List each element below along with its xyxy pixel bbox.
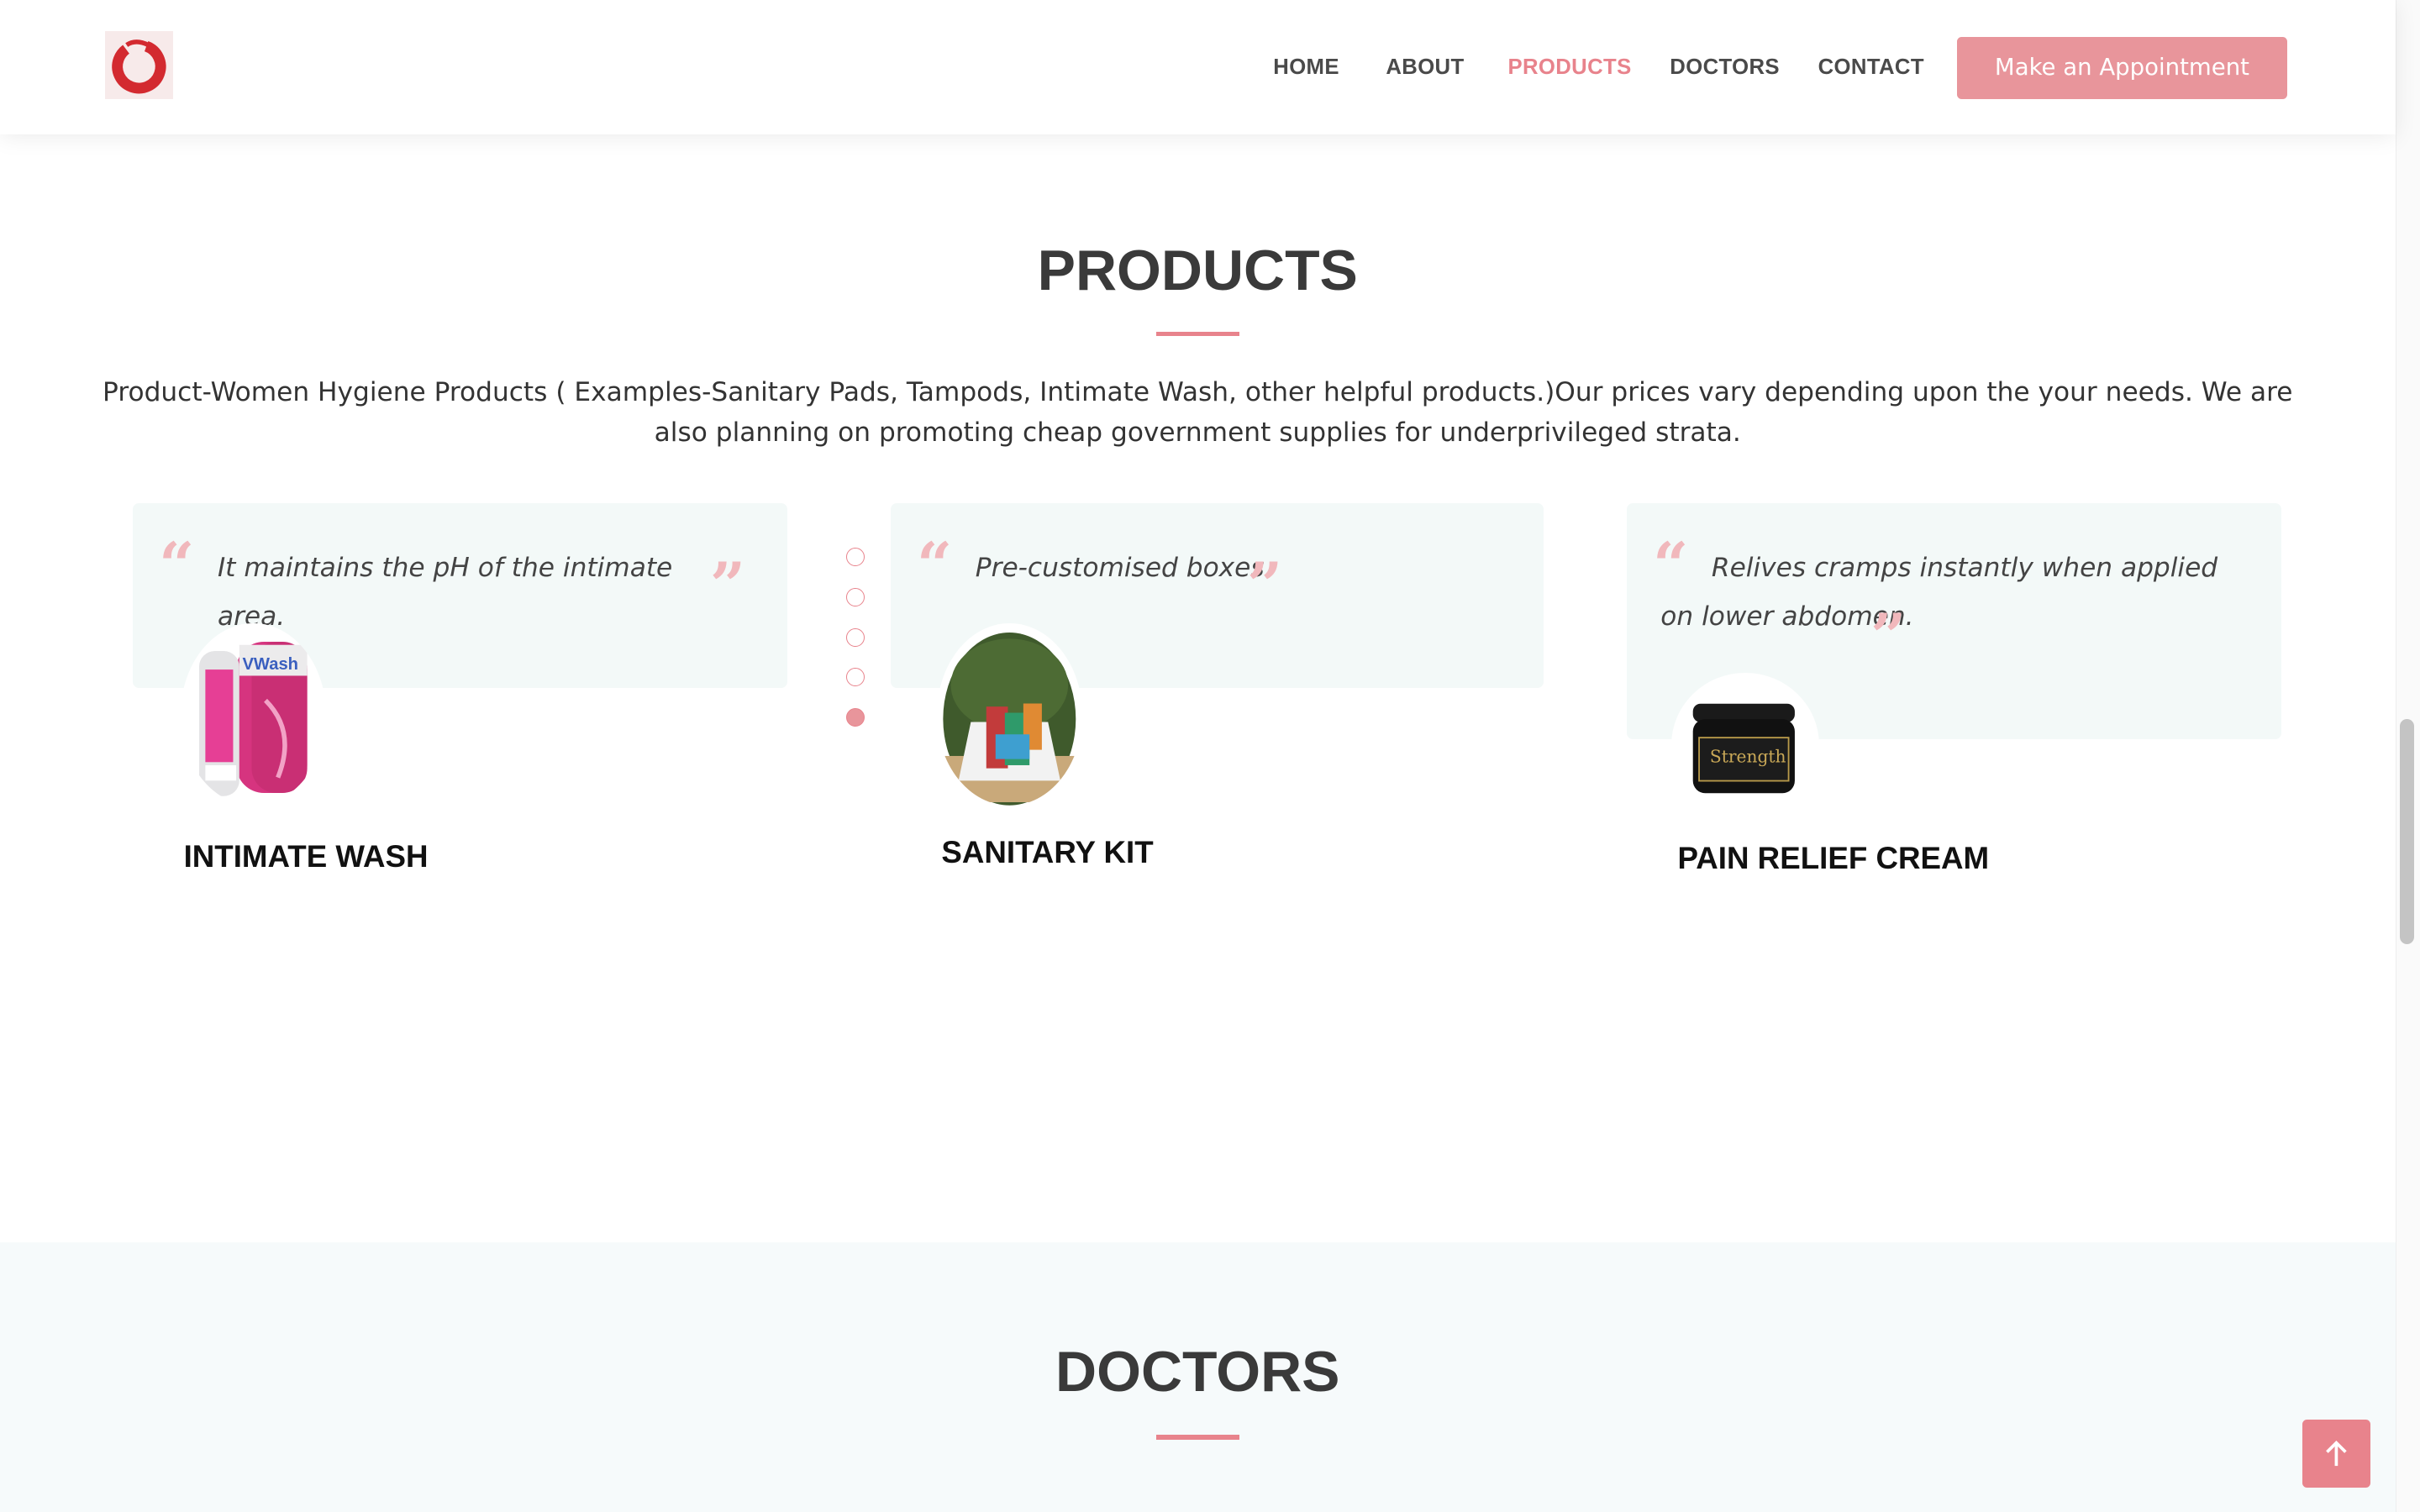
quote-close-icon: ” bbox=[709, 549, 746, 622]
doctors-title-underline bbox=[1155, 1435, 1239, 1440]
nav-about[interactable]: ABOUT bbox=[1386, 55, 1464, 80]
quote-open-icon: “ bbox=[916, 529, 953, 602]
cream-brand-text: Strength bbox=[1710, 746, 1786, 766]
make-appointment-button[interactable]: Make an Appointment bbox=[1956, 37, 2287, 99]
scrollbar-thumb[interactable] bbox=[2400, 718, 2414, 945]
quote-open-icon: “ bbox=[159, 529, 195, 602]
product-name: PAIN RELIEF CREAM bbox=[1677, 841, 1990, 875]
nav-products[interactable]: PRODUCTS bbox=[1507, 55, 1631, 80]
wash-brand-text: VWash bbox=[242, 655, 298, 674]
arrow-up-icon bbox=[2326, 1440, 2348, 1466]
products-description: Product-Women Hygiene Products ( Example… bbox=[103, 377, 2293, 449]
product-quote: Pre-customised boxes bbox=[975, 552, 1265, 583]
back-to-top-button[interactable] bbox=[2302, 1419, 2371, 1488]
products-title: PRODUCTS bbox=[1037, 238, 1358, 302]
product-quote: Relives cramps instantly when applied on… bbox=[1660, 552, 2218, 633]
sanitary-kit-box-icon bbox=[936, 623, 1082, 806]
products-title-underline bbox=[1155, 331, 1239, 337]
quote-close-icon: ” bbox=[1870, 600, 1907, 673]
intimate-wash-bottle-icon: VWash bbox=[180, 623, 326, 806]
carousel-dot-3[interactable] bbox=[845, 627, 865, 647]
quote-close-icon: ” bbox=[1247, 549, 1283, 622]
logo[interactable] bbox=[104, 30, 173, 99]
product-quote: It maintains the pH of the intimate area… bbox=[217, 552, 673, 633]
carousel-dot-5-active[interactable] bbox=[845, 708, 865, 727]
nav-home[interactable]: HOME bbox=[1273, 55, 1339, 80]
nav-contact[interactable]: CONTACT bbox=[1818, 55, 1924, 80]
product-name: SANITARY KIT bbox=[941, 834, 1154, 869]
carousel-dot-4[interactable] bbox=[845, 668, 865, 687]
product-name: INTIMATE WASH bbox=[183, 839, 429, 874]
site-header: HOME ABOUT PRODUCTS DOCTORS CONTACT Make… bbox=[0, 0, 2396, 134]
carousel-dot-2[interactable] bbox=[845, 587, 865, 606]
pain-relief-cream-jar-icon: Strength bbox=[1671, 672, 1820, 818]
nav-doctors[interactable]: DOCTORS bbox=[1670, 55, 1780, 80]
doctors-title: DOCTORS bbox=[1055, 1340, 1340, 1404]
carousel-dot-1[interactable] bbox=[845, 548, 865, 567]
